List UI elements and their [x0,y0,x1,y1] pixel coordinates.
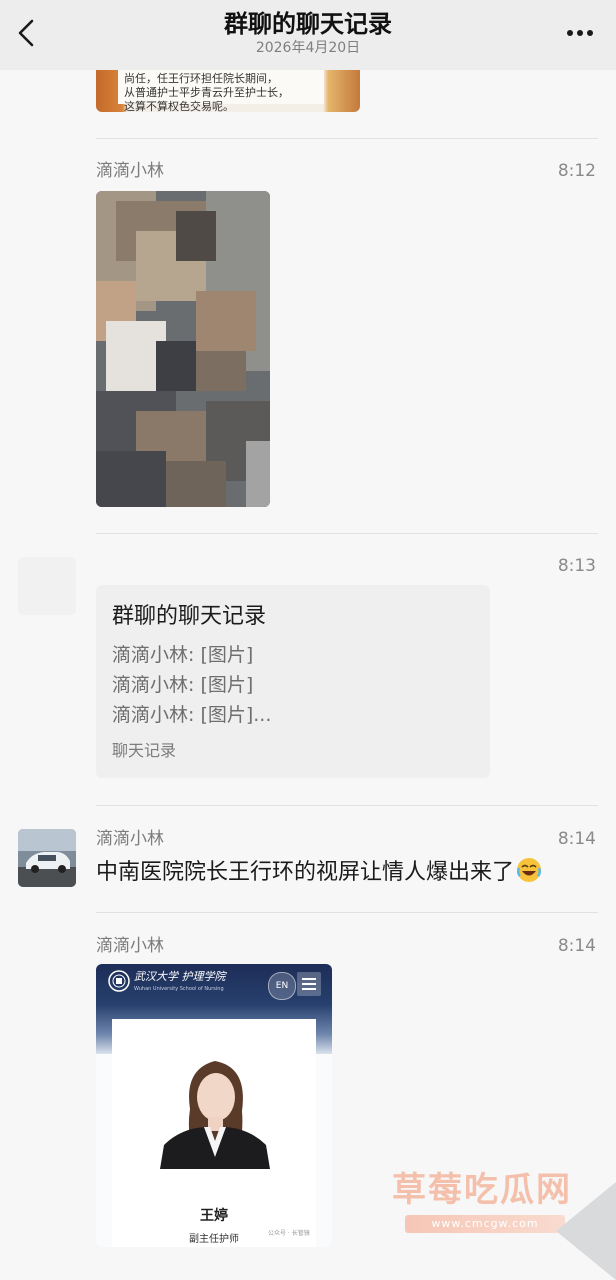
message-time: 8:14 [557,936,596,956]
school-subtitle: Wuhan University School of Nursing [134,986,224,992]
previous-image-message[interactable]: 尚任，任王行环担任院长期间， 从普通护士平步青云升至护士长， 这算不算权色交易呢… [96,70,360,112]
profile-image-message[interactable]: 武汉大学 护理学院 Wuhan University School of Nur… [96,964,332,1247]
message-sender: 滴滴小林 [96,161,164,181]
divider [96,912,598,913]
language-button: EN [268,972,296,1000]
portrait-photo [160,1061,270,1169]
car-photo-avatar [18,829,76,887]
person-name: 王婷 [200,1208,228,1224]
record-footer: 聊天记录 [112,741,177,760]
mosaic-image-message[interactable] [96,191,270,507]
sender-avatar-faded[interactable] [18,557,76,615]
chat-record-card[interactable]: 群聊的聊天记录 滴滴小林: [图片] 滴滴小林: [图片] 滴滴小林: [图片]… [96,585,490,778]
profile-panel: 王婷 副主任护师 [112,1019,316,1247]
university-logo-icon [108,970,130,992]
record-line: 滴滴小林: [图片] [112,644,254,666]
divider [96,533,598,534]
corner-arrow-icon [556,1182,616,1280]
more-dots-icon[interactable] [566,29,594,37]
record-line: 滴滴小林: [图片]... [112,704,272,726]
message-sender: 滴滴小林 [96,936,164,956]
message-time: 8:13 [557,556,596,576]
message-sender: 滴滴小林 [96,829,164,849]
sender-avatar[interactable] [18,829,76,887]
watermark-url: www.cmcgw.com [405,1215,565,1233]
laughing-crying-emoji-icon [517,858,542,882]
message-time: 8:12 [557,161,596,181]
message-time: 8:14 [557,829,596,849]
divider [96,805,598,806]
source-tag: 公众号 · 长管镜 [268,1230,310,1237]
record-title: 群聊的聊天记录 [112,604,267,629]
watermark-text: 草莓吃瓜网 [392,1170,572,1210]
school-name: 武汉大学 护理学院 [134,970,226,983]
record-line: 滴滴小林: [图片] [112,674,254,696]
image-caption: 尚任，任王行环担任院长期间， 从普通护士平步青云升至护士长， 这算不算权色交易呢… [118,70,324,112]
menu-icon [297,972,321,996]
page-date: 2026年4月20日 [255,40,361,56]
page-title: 群聊的聊天记录 [224,10,392,38]
mosaic-photo-content [96,191,270,507]
message-text: 中南医院院长王行环的视屏让情人爆出来了 [96,857,542,888]
chat-history-header: 群聊的聊天记录 2026年4月20日 [0,0,616,70]
divider [96,138,598,139]
